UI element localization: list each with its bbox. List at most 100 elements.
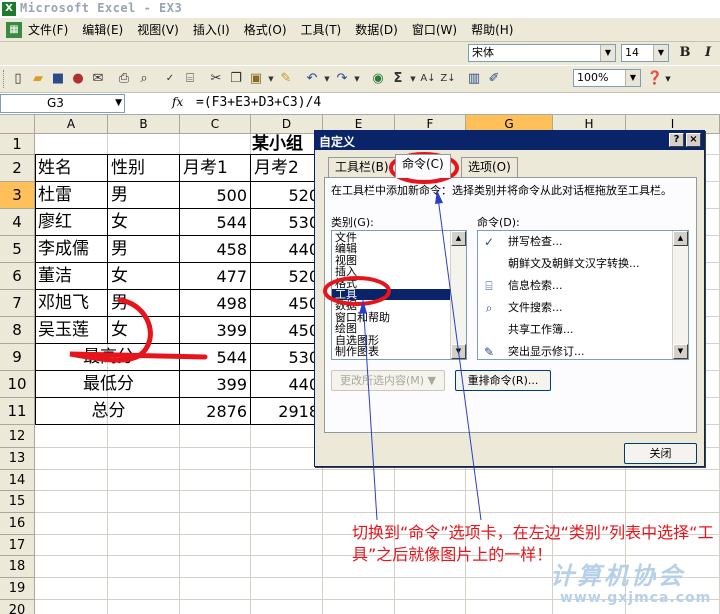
row-header[interactable]: 7	[0, 290, 35, 317]
column-header[interactable]: B	[108, 115, 180, 134]
name-box[interactable]: G3 ▼	[0, 94, 125, 113]
scroll-down-icon[interactable]: ▼	[673, 344, 688, 359]
score-cell[interactable]: 458	[183, 236, 250, 263]
chevron-down-icon[interactable]: ▼	[653, 45, 668, 61]
row-header[interactable]: 4	[0, 209, 35, 236]
open-folder-icon[interactable]: ▰	[28, 69, 48, 89]
student-gender[interactable]: 女	[111, 317, 179, 344]
student-name[interactable]: 董洁	[38, 263, 107, 290]
command-item[interactable]: ✓ 拼写检查...	[478, 231, 688, 253]
student-gender[interactable]: 女	[111, 209, 179, 236]
menu-item[interactable]: 编辑(E)	[82, 22, 123, 38]
row-header[interactable]: 18	[0, 556, 35, 578]
column-header[interactable]: C	[180, 115, 251, 134]
rearrange-commands-button[interactable]: 重排命令(R)...	[455, 370, 551, 391]
student-gender[interactable]: 男	[111, 236, 179, 263]
chevron-down-icon[interactable]: ▼	[408, 69, 418, 89]
row-header[interactable]: 15	[0, 491, 35, 513]
copy-icon[interactable]: ❐	[226, 69, 246, 89]
total-row-label[interactable]: 总分	[38, 398, 179, 425]
menu-item[interactable]: 文件(F)	[28, 22, 68, 38]
command-item[interactable]: ⌸ 信息检索...	[478, 275, 688, 297]
chevron-down-icon[interactable]: ▼	[322, 69, 332, 89]
menu-item[interactable]: 插入(I)	[193, 22, 230, 38]
close-icon[interactable]: ×	[686, 133, 701, 147]
autosum-icon[interactable]: Σ	[388, 69, 408, 89]
commands-list[interactable]: ✓ 拼写检查... 朝鲜文及朝鲜文汉字转换... ⌸ 信息检索... ⌕ 文件搜索... 共享…	[477, 230, 689, 360]
chevron-down-icon[interactable]: ▼	[663, 69, 673, 89]
row-header[interactable]: 2	[0, 155, 35, 182]
score-cell[interactable]: 498	[183, 290, 250, 317]
student-name[interactable]: 邓旭飞	[38, 290, 107, 317]
dialog-title-bar[interactable]: 自定义 ? ×	[315, 131, 704, 150]
scroll-up-icon[interactable]: ▲	[673, 231, 688, 246]
italic-button[interactable]: I	[698, 43, 718, 63]
category-item[interactable]: 绘图	[332, 323, 466, 334]
chevron-down-icon[interactable]: ▼	[352, 69, 362, 89]
score-cell[interactable]: 440	[254, 371, 322, 398]
drawing-icon[interactable]: ✐	[484, 69, 504, 89]
score-cell[interactable]: 2918	[254, 398, 322, 425]
score-cell[interactable]: 440	[254, 236, 322, 263]
sort-descending-icon[interactable]: Z↓	[438, 69, 458, 89]
zoom-select[interactable]: 100% ▼	[573, 69, 641, 87]
category-item[interactable]: 插入	[332, 266, 466, 277]
insert-function-icon[interactable]: fx	[172, 95, 183, 109]
chevron-down-icon[interactable]: ▼	[600, 45, 615, 61]
row-header[interactable]: 1	[0, 134, 35, 155]
permission-icon[interactable]: ●	[68, 69, 88, 89]
research-icon[interactable]: ⌸	[180, 69, 200, 89]
row-header[interactable]: 3	[0, 182, 35, 209]
category-item[interactable]: 制作图表	[332, 346, 466, 357]
score-cell[interactable]: 450	[254, 317, 322, 344]
row-header[interactable]: 12	[0, 425, 35, 448]
score-cell[interactable]: 530	[254, 344, 322, 371]
chevron-down-icon[interactable]: ▼	[266, 69, 276, 89]
hyperlink-icon[interactable]: ◉	[368, 69, 388, 89]
column-header[interactable]: A	[35, 115, 108, 134]
menu-item[interactable]: 窗口(W)	[412, 22, 457, 38]
row-header[interactable]: 14	[0, 470, 35, 491]
formula-input[interactable]: =(F3+E3+D3+C3)/4	[196, 95, 321, 110]
close-button[interactable]: 关闭	[624, 443, 697, 464]
row-header[interactable]: 6	[0, 263, 35, 290]
student-gender[interactable]: 男	[111, 182, 179, 209]
score-cell[interactable]: 520	[254, 182, 322, 209]
column-title[interactable]: 姓名	[38, 155, 107, 182]
max-row-label[interactable]: 最高分	[38, 344, 179, 371]
modify-selection-button[interactable]: 更改所选内容(M) ▼	[331, 370, 445, 391]
student-name[interactable]: 李成儒	[38, 236, 107, 263]
student-name[interactable]: 吴玉莲	[38, 317, 107, 344]
commands-scrollbar[interactable]: ▲ ▼	[672, 231, 688, 359]
student-name[interactable]: 廖红	[38, 209, 107, 236]
save-icon[interactable]: ■	[48, 69, 68, 89]
command-item[interactable]: ⌕ 文件搜索...	[478, 297, 688, 319]
font-name-select[interactable]: 宋体 ▼	[468, 44, 616, 62]
command-item[interactable]: 朝鲜文及朝鲜文汉字转换...	[478, 253, 688, 275]
spellcheck-icon[interactable]: ✓	[160, 69, 180, 89]
print-icon[interactable]: ⎙	[114, 69, 134, 89]
student-gender[interactable]: 女	[111, 263, 179, 290]
categories-list[interactable]: 文件 编辑 视图 插入 格式 工具 数据 窗口和帮助 绘图 自选图形 制作图表 ▲ ▼	[331, 230, 467, 360]
score-cell[interactable]: 544	[183, 209, 250, 236]
chevron-down-icon[interactable]: ▼	[115, 95, 122, 112]
score-cell[interactable]: 399	[183, 371, 250, 398]
score-cell[interactable]: 450	[254, 290, 322, 317]
row-header[interactable]: 5	[0, 236, 35, 263]
select-all-corner[interactable]	[0, 115, 35, 134]
row-header[interactable]: 10	[0, 371, 35, 398]
chevron-down-icon[interactable]: ▼	[625, 70, 640, 86]
row-header[interactable]: 8	[0, 317, 35, 344]
column-header[interactable]: D	[251, 115, 323, 134]
font-size-select[interactable]: 14 ▼	[621, 44, 669, 62]
help-icon[interactable]: ❓	[645, 69, 665, 89]
column-title[interactable]: 月考1	[183, 155, 250, 182]
tab-options[interactable]: 选项(O)	[461, 157, 518, 177]
student-gender[interactable]: 男	[111, 290, 179, 317]
scroll-up-icon[interactable]: ▲	[451, 231, 466, 246]
score-cell[interactable]: 399	[183, 317, 250, 344]
menu-item[interactable]: 帮助(H)	[471, 22, 513, 38]
row-header[interactable]: 16	[0, 513, 35, 535]
score-cell[interactable]: 2876	[183, 398, 250, 425]
categories-scrollbar[interactable]: ▲ ▼	[450, 231, 466, 359]
